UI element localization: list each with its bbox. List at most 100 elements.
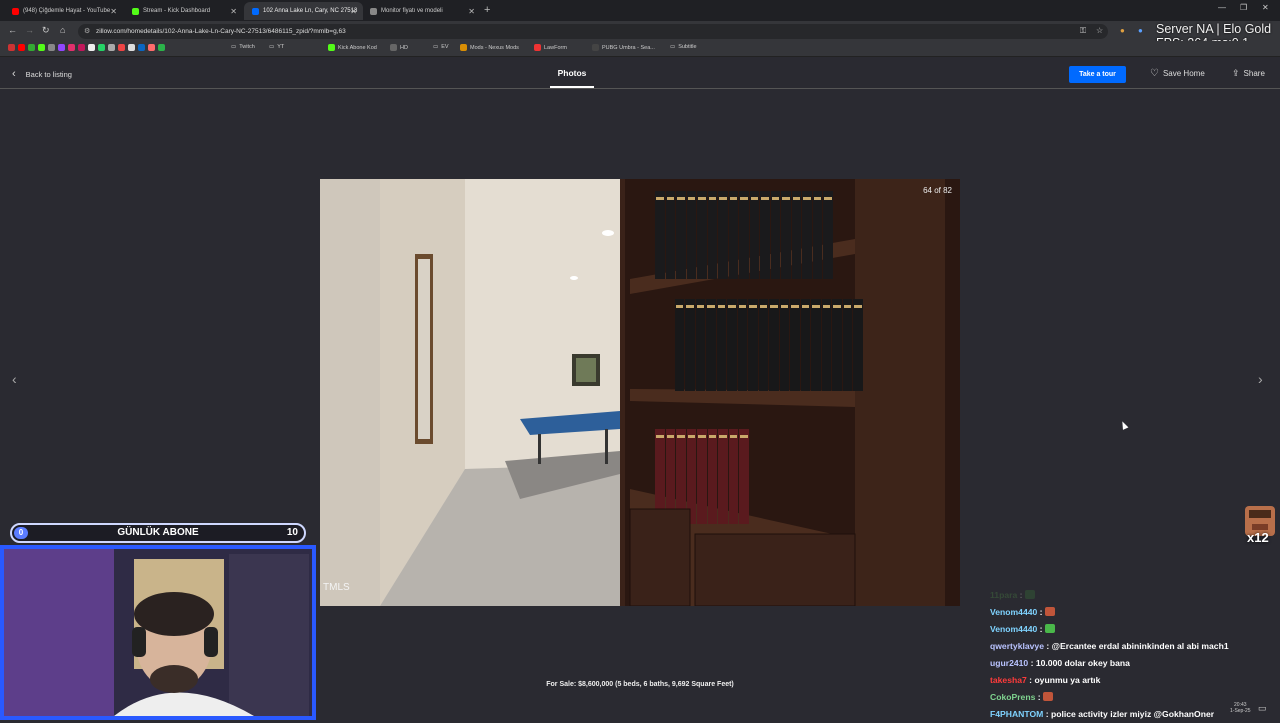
chat-separator: : xyxy=(1028,658,1036,668)
chat-username[interactable]: CokoPrens xyxy=(990,692,1035,702)
book-spine-band xyxy=(677,435,685,438)
chat-username[interactable]: ugur2410 xyxy=(990,658,1028,668)
password-key-icon[interactable]: ⚿ xyxy=(1080,26,1086,36)
book-spine xyxy=(727,299,737,391)
extension-icon[interactable]: ● xyxy=(1120,26,1125,35)
site-info-icon[interactable]: ⚙ xyxy=(84,27,90,35)
back-label: Back to listing xyxy=(25,69,72,79)
book-spine xyxy=(675,299,684,391)
url-input[interactable]: ⚙ zillow.com/homedetails/102-Anna-Lake-L… xyxy=(78,24,1108,39)
book-spine xyxy=(822,299,831,391)
bookmark-icons-group[interactable] xyxy=(8,44,165,51)
take-a-tour-button[interactable]: Take a tour xyxy=(1069,66,1126,83)
book-spine-band xyxy=(698,197,706,200)
book-spine xyxy=(718,191,728,279)
bookmark-icon xyxy=(158,44,165,51)
book-spine-band xyxy=(824,197,832,200)
chat-message: qwertyklavye : @Ercantee erdal abininkin… xyxy=(990,638,1280,655)
previous-photo-arrow[interactable]: ‹ xyxy=(12,371,17,387)
back-icon[interactable]: ← xyxy=(8,25,17,35)
chat-separator: : xyxy=(1017,590,1025,600)
chat-separator: : xyxy=(1043,641,1052,651)
next-photo-arrow[interactable]: › xyxy=(1258,371,1263,387)
bookmark-item[interactable]: PUBG Umbra - Sea... xyxy=(592,44,655,51)
chat-emote-icon xyxy=(1043,692,1054,701)
book-spine xyxy=(769,299,779,391)
tab-youtube[interactable]: (948) Çiğdemle Hayat - YouTube ✕ xyxy=(4,2,123,20)
book-spine-band xyxy=(667,435,674,438)
bookmark-label: LawForm xyxy=(544,44,567,51)
webcam-feed xyxy=(0,545,316,720)
close-window-icon[interactable]: ✕ xyxy=(1262,3,1269,12)
bookmark-folder[interactable]: ▭ Subtitle xyxy=(670,44,697,50)
book-spine xyxy=(685,299,695,391)
tab-title: Stream - Kick Dashboard xyxy=(143,8,211,14)
chat-emote-icon xyxy=(1044,607,1055,616)
bookmark-icon xyxy=(88,44,95,51)
kick-icon xyxy=(132,7,139,15)
book-spine-band xyxy=(770,305,778,308)
chat-username[interactable]: F4PHANTOM xyxy=(990,709,1043,719)
chat-message: ugur2410 : 10.000 dolar okey bana xyxy=(990,655,1280,672)
close-icon[interactable]: ✕ xyxy=(110,7,117,16)
tab-google[interactable]: Monitor fiyatı ve modeli ✕ xyxy=(362,2,481,20)
nexus-icon xyxy=(460,44,467,51)
bookmark-item[interactable]: LawForm xyxy=(534,44,567,51)
reload-icon[interactable]: ↻ xyxy=(42,25,50,36)
book-spine xyxy=(781,191,791,279)
forward-icon[interactable]: → xyxy=(25,25,34,35)
notification-icon[interactable]: ▭ xyxy=(1258,703,1267,714)
back-to-listing-link[interactable]: ‹ Back to listing xyxy=(12,68,72,80)
sub-goal-title: GÜNLÜK ABONE xyxy=(117,527,199,538)
chat-username[interactable]: Venom4440 xyxy=(990,624,1037,634)
book-spine-band xyxy=(854,305,862,308)
book-spine-band xyxy=(740,197,748,200)
bookmark-icon xyxy=(48,44,55,51)
book-spine xyxy=(717,299,726,391)
bookmark-label: YT xyxy=(277,44,285,50)
chat-username[interactable]: qwertyklavye xyxy=(990,641,1044,651)
minimize-icon[interactable]: — xyxy=(1218,3,1226,12)
book-spine xyxy=(676,191,686,279)
book-spine-band xyxy=(688,435,695,438)
bookmark-star-icon[interactable]: ☆ xyxy=(1096,26,1103,35)
bookmark-item[interactable]: Mods - Nexus Mods xyxy=(460,44,519,51)
book-spine-band xyxy=(719,435,727,438)
book-spine-band xyxy=(803,197,811,200)
new-tab-button[interactable]: + xyxy=(484,4,490,16)
bookmark-item[interactable]: Kick Abone Kod xyxy=(328,44,377,51)
close-icon[interactable]: ✕ xyxy=(468,7,475,16)
book-spine-band xyxy=(697,305,704,308)
bookmark-icon xyxy=(28,44,35,51)
close-icon[interactable]: ✕ xyxy=(350,7,357,16)
share-button[interactable]: ⇪ Share xyxy=(1232,68,1265,79)
bookmark-item[interactable]: HD xyxy=(390,44,408,51)
book-spine-band xyxy=(707,305,715,308)
chat-username[interactable]: 11para xyxy=(990,590,1017,600)
tab-zillow[interactable]: 102 Anna Lake Ln, Cary, NC 27513 ✕ xyxy=(244,2,363,20)
bookmark-icon xyxy=(118,44,125,51)
bookmark-folder[interactable]: ▭ EV xyxy=(433,44,449,50)
save-home-button[interactable]: ♡ Save Home xyxy=(1150,68,1205,79)
book-spine-band xyxy=(791,305,799,308)
maximize-icon[interactable]: ❐ xyxy=(1240,3,1247,12)
chat-message: Venom4440 : xyxy=(990,604,1280,621)
bookmark-icon xyxy=(18,44,25,51)
book-spine-band xyxy=(709,197,716,200)
bookmark-folder[interactable]: ▭ YT xyxy=(269,44,284,50)
active-tab-underline xyxy=(550,86,594,88)
home-icon[interactable]: ⌂ xyxy=(60,25,65,35)
chat-separator: : xyxy=(1035,692,1044,702)
chevron-left-icon: ‹ xyxy=(12,68,16,80)
tab-photos[interactable]: Photos xyxy=(550,68,594,78)
close-icon[interactable]: ✕ xyxy=(230,7,237,16)
listing-photo: 64 of 82 TMLS xyxy=(320,179,960,606)
chat-username[interactable]: takesha7 xyxy=(990,675,1027,685)
bookmark-icon xyxy=(68,44,75,51)
bookmark-label: PUBG Umbra - Sea... xyxy=(602,44,655,51)
extension-icon[interactable]: ● xyxy=(1138,26,1143,35)
bookmark-folder[interactable]: ▭ Twitch xyxy=(231,44,255,50)
tab-kick[interactable]: Stream - Kick Dashboard ✕ xyxy=(124,2,243,20)
chat-username[interactable]: Venom4440 xyxy=(990,607,1037,617)
book-spine-band xyxy=(656,435,664,438)
